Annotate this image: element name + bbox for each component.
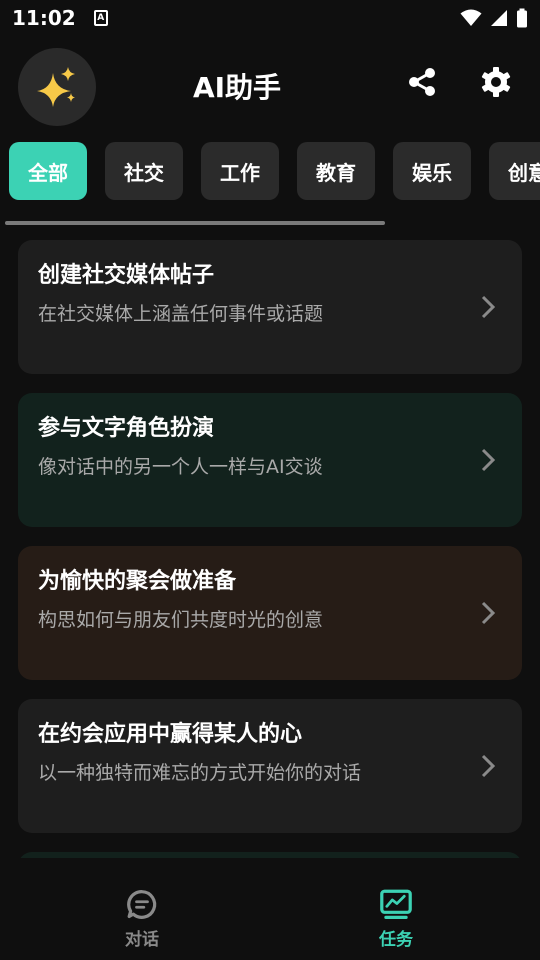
status-bar: 11:02 A [0,0,540,36]
tab-entertainment[interactable]: 娱乐 [393,142,471,200]
task-card-dating[interactable]: 在约会应用中赢得某人的心 以一种独特而难忘的方式开始你的对话 [18,699,522,833]
nav-chat-label: 对话 [125,930,159,950]
task-description: 像对话中的另一个人一样与AI交谈 [38,456,323,478]
app-header: AI助手 [0,40,540,130]
tab-work[interactable]: 工作 [201,142,279,200]
nav-tasks[interactable]: 任务 [346,888,446,950]
chat-bubble-icon [127,890,157,919]
chevron-right-icon [481,448,496,472]
task-title: 参与文字角色扮演 [38,416,215,441]
task-title: 在约会应用中赢得某人的心 [38,722,303,747]
category-tabs: 全部 社交 工作 教育 娱乐 创意 [0,140,540,202]
app-screen: 11:02 A AI助手 全部 社交 工作 教育 娱乐 创意 创建社交媒体帖子 … [0,0,540,960]
task-card-party[interactable]: 为愉快的聚会做准备 构思如何与朋友们共度时光的创意 [18,546,522,680]
share-icon [409,68,435,96]
task-title: 为愉快的聚会做准备 [38,569,237,594]
task-description: 构思如何与朋友们共度时光的创意 [38,609,324,631]
gear-icon [481,67,511,97]
task-title: 创建社交媒体帖子 [38,263,215,288]
notification-icon: A [93,10,108,26]
status-icons [460,8,528,28]
task-card-role-play[interactable]: 参与文字角色扮演 像对话中的另一个人一样与AI交谈 [18,393,522,527]
settings-button[interactable] [476,62,516,102]
tab-all[interactable]: 全部 [9,142,87,200]
bottom-nav: 对话 任务 [0,858,540,960]
tabs-scrollbar[interactable] [5,221,385,225]
tab-creative[interactable]: 创意 [489,142,540,200]
chevron-right-icon [481,295,496,319]
status-time: 11:02 [12,6,76,30]
task-card-social-post[interactable]: 创建社交媒体帖子 在社交媒体上涵盖任何事件或话题 [18,240,522,374]
nav-tasks-label: 任务 [379,930,413,950]
signal-icon [491,10,507,26]
tab-social[interactable]: 社交 [105,142,183,200]
share-button[interactable] [402,62,442,102]
tab-education[interactable]: 教育 [297,142,375,200]
battery-icon [517,8,527,28]
task-description: 在社交媒体上涵盖任何事件或话题 [38,303,324,325]
chevron-right-icon [481,601,496,625]
task-description: 以一种独特而难忘的方式开始你的对话 [38,762,362,784]
wifi-icon [460,9,482,26]
nav-chat[interactable]: 对话 [92,888,192,950]
chart-monitor-icon [380,889,412,919]
chevron-right-icon [481,754,496,778]
